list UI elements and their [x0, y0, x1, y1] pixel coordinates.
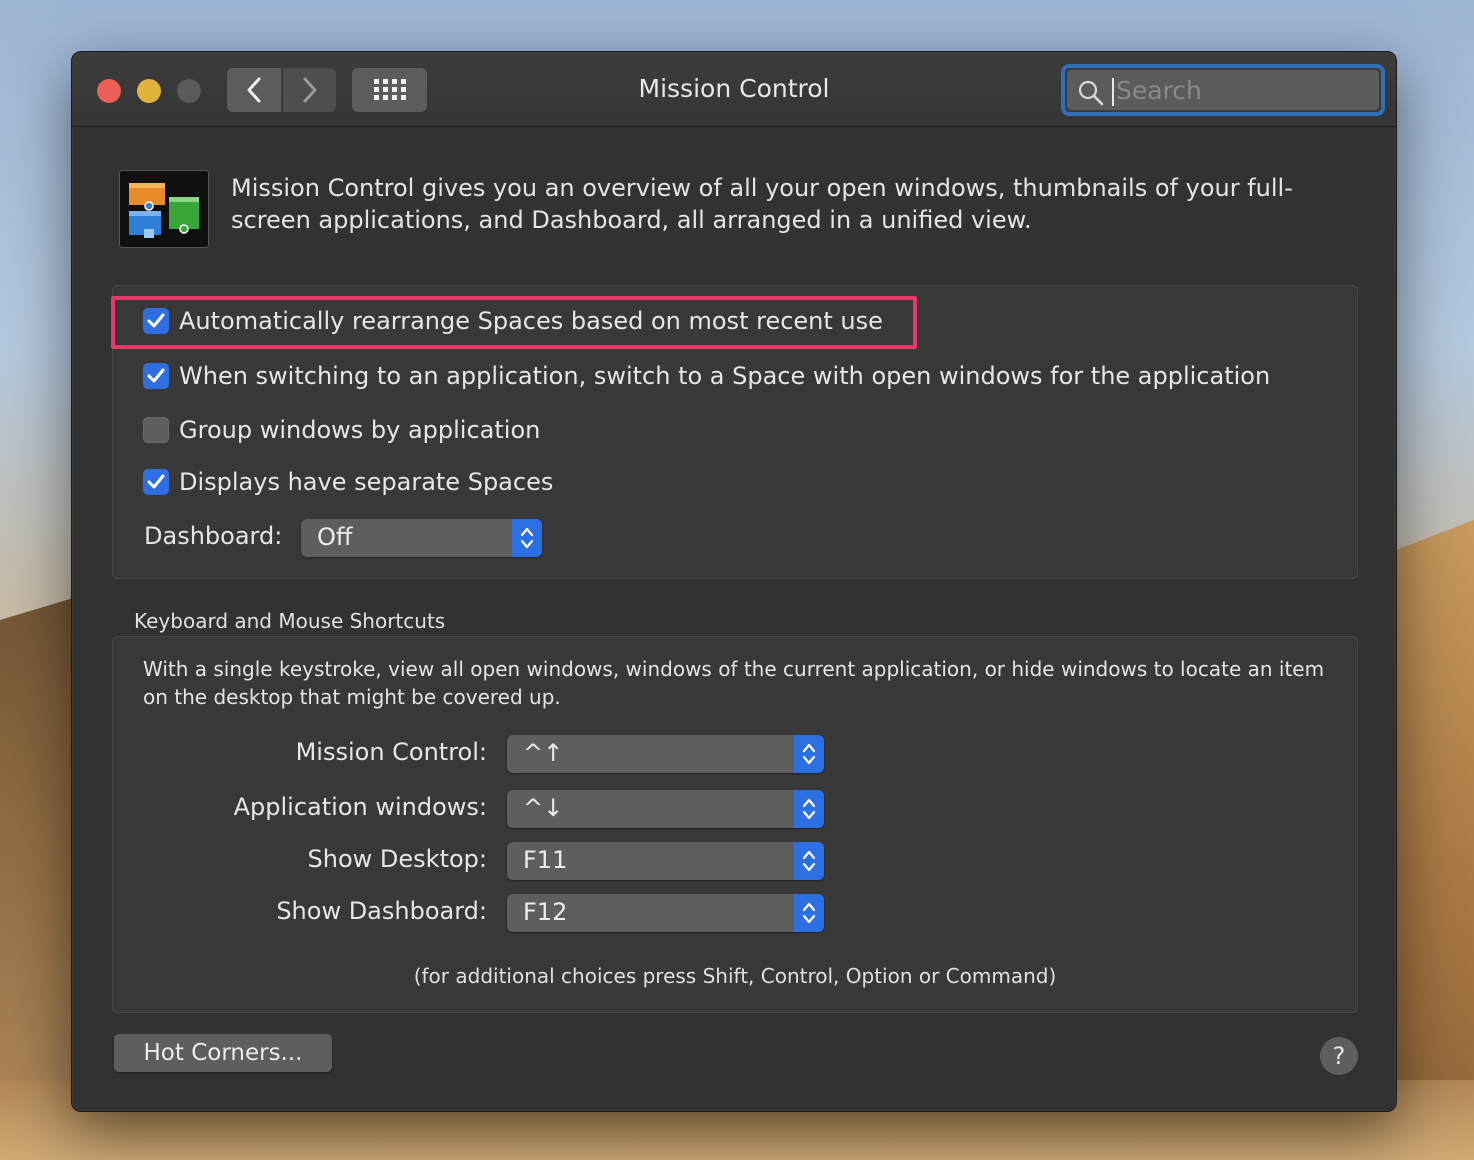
show-desktop-shortcut-popup[interactable]: F11 [507, 842, 824, 880]
search-placeholder: Search [1116, 76, 1202, 105]
checkmark-icon [147, 474, 165, 489]
text-caret [1112, 78, 1114, 106]
popup-stepper [794, 894, 824, 932]
preferences-window: Mission Control Search Mission Control g… [71, 51, 1397, 1112]
updown-chevron-icon [802, 850, 816, 872]
updown-chevron-icon [520, 527, 534, 549]
popup-stepper [794, 842, 824, 880]
help-button[interactable]: ? [1320, 1037, 1358, 1075]
search-field[interactable]: Search [1061, 64, 1385, 116]
hot-corners-button[interactable]: Hot Corners... [114, 1034, 332, 1072]
checkbox-switch-space[interactable] [143, 363, 169, 389]
updown-chevron-icon [802, 902, 816, 924]
shortcuts-hint: (for additional choices press Shift, Con… [413, 964, 1057, 988]
shortcut-value: ^↑ [523, 739, 564, 767]
dashboard-popup[interactable]: Off [301, 519, 542, 557]
show-desktop-shortcut-label: Show Desktop: [307, 845, 487, 873]
popup-stepper [794, 735, 824, 773]
checkbox-group-windows[interactable] [143, 417, 169, 443]
updown-chevron-icon [802, 798, 816, 820]
mission-control-icon [119, 170, 209, 248]
checkmark-icon [147, 368, 165, 383]
option-group-windows[interactable]: Group windows by application [143, 416, 540, 444]
updown-chevron-icon [802, 743, 816, 765]
option-switch-space[interactable]: When switching to an application, switch… [143, 362, 1270, 390]
application-windows-shortcut-popup[interactable]: ^↓ [507, 790, 824, 828]
mission-control-shortcut-popup[interactable]: ^↑ [507, 735, 824, 773]
popup-stepper [794, 790, 824, 828]
option-label: Displays have separate Spaces [179, 468, 554, 496]
shortcut-value: ^↓ [523, 794, 564, 822]
popup-stepper [512, 519, 542, 557]
dashboard-value: Off [317, 523, 353, 551]
checkbox-separate-spaces[interactable] [143, 469, 169, 495]
show-dashboard-shortcut-label: Show Dashboard: [276, 897, 487, 925]
title-bar: Mission Control Search [72, 52, 1396, 127]
mission-control-shortcut-label: Mission Control: [295, 738, 487, 766]
option-separate-spaces[interactable]: Displays have separate Spaces [143, 468, 553, 496]
search-icon [1078, 80, 1104, 106]
dashboard-label: Dashboard: [144, 522, 283, 550]
intro-description: Mission Control gives you an overview of… [231, 174, 1293, 234]
option-label: Group windows by application [179, 416, 541, 444]
application-windows-shortcut-label: Application windows: [233, 793, 487, 821]
option-label: When switching to an application, switch… [179, 362, 1271, 390]
shortcuts-description: With a single keystroke, view all open w… [143, 657, 1325, 709]
annotation-highlight-box [111, 296, 917, 349]
shortcuts-section-title: Keyboard and Mouse Shortcuts [134, 609, 446, 633]
shortcut-value: F12 [523, 898, 568, 926]
show-dashboard-shortcut-popup[interactable]: F12 [507, 894, 824, 932]
shortcut-value: F11 [523, 846, 568, 874]
